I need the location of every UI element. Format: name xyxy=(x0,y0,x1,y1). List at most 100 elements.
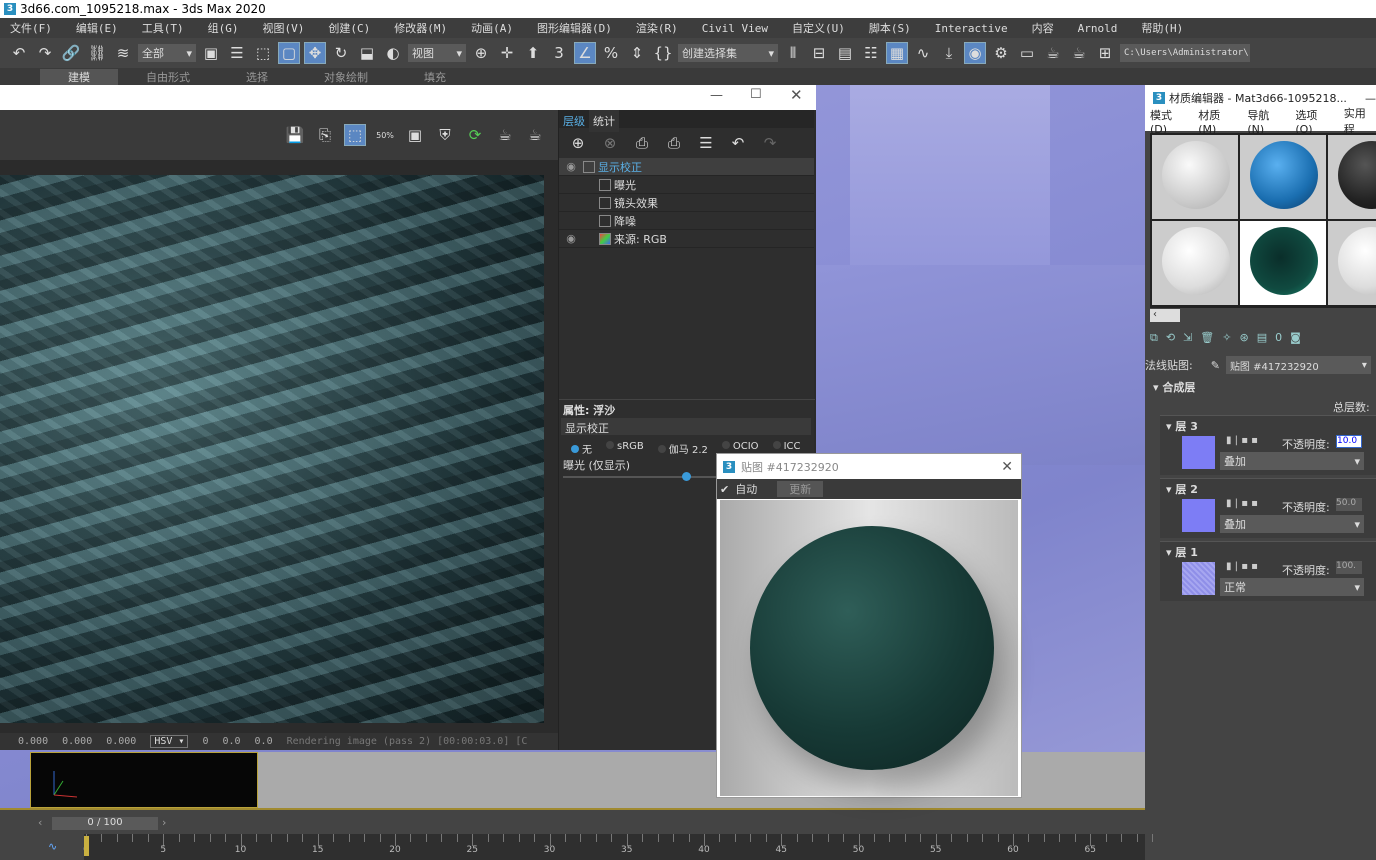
menu-item[interactable]: 帮助(H) xyxy=(1131,20,1197,36)
sample-slot-3[interactable] xyxy=(1328,135,1376,219)
ribbon-tab[interactable]: 自由形式 xyxy=(118,69,218,85)
minimize-icon[interactable]: — xyxy=(710,88,723,103)
layer-header[interactable]: ▾ 层 1 xyxy=(1166,544,1198,560)
undo-icon[interactable]: ↶ xyxy=(8,42,30,64)
eye-icon[interactable]: ◉ xyxy=(559,160,583,173)
menu-item[interactable]: 脚本(S) xyxy=(859,20,925,36)
ribbon-tab[interactable]: 填充 xyxy=(396,69,474,85)
opacity-spinner[interactable]: 10.0 xyxy=(1336,435,1362,448)
rendered-frame-window-icon[interactable]: ▭ xyxy=(1016,42,1038,64)
material-menu-item[interactable]: 材质(M) xyxy=(1198,107,1237,136)
project-path-field[interactable]: C:\Users\Administrator\ xyxy=(1120,44,1250,62)
radio-option[interactable]: sRGB xyxy=(606,441,644,456)
eye-icon[interactable]: ◉ xyxy=(559,232,583,245)
add-layer-icon[interactable]: ⊕ xyxy=(567,132,589,154)
menu-item[interactable]: 视图(V) xyxy=(253,20,319,36)
scene-explorer-icon[interactable]: ▤ xyxy=(834,42,856,64)
rect-selection-icon[interactable]: ⬚ xyxy=(252,42,274,64)
close-icon[interactable]: ✕ xyxy=(1001,459,1013,475)
material-menu-item[interactable]: 模式(D) xyxy=(1150,107,1188,136)
layer-row[interactable]: 镜头效果 xyxy=(559,194,814,212)
show-map-icon[interactable]: ◙ xyxy=(1290,331,1301,345)
radio-option[interactable]: 伽马 2.2 xyxy=(657,441,708,456)
select-object-icon[interactable]: ▣ xyxy=(200,42,222,64)
redo-icon[interactable]: ↷ xyxy=(759,132,781,154)
minimize-icon[interactable]: — xyxy=(1365,92,1376,105)
close-icon[interactable]: ✕ xyxy=(790,86,803,104)
ref-coord-dropdown[interactable]: 视图 ▾ xyxy=(408,44,466,62)
layer-header[interactable]: ▾ 层 2 xyxy=(1166,481,1198,497)
layer-header[interactable]: ▾ 层 3 xyxy=(1166,418,1198,434)
map-name-dropdown[interactable]: 贴图 #417232920 ▾ xyxy=(1225,356,1371,374)
mirror-icon[interactable]: ⫴ xyxy=(782,42,804,64)
ribbon-toggle-icon[interactable]: ▦ xyxy=(886,42,908,64)
splitter[interactable] xyxy=(559,399,815,400)
layer-tools-icons[interactable]: ▮ | ▪ ▪ xyxy=(1226,561,1258,572)
auto-checkbox[interactable]: ✔ xyxy=(720,483,729,496)
put-to-scene-icon[interactable]: ⟲ xyxy=(1166,331,1175,345)
make-unique-icon[interactable]: ✧ xyxy=(1222,331,1231,345)
schematic-view-icon[interactable]: ⤓ xyxy=(938,42,960,64)
frame-icon[interactable]: ▣ xyxy=(404,124,426,146)
unlink-icon[interactable]: ⛓ xyxy=(86,42,108,64)
window-crossing-icon[interactable]: ▢ xyxy=(278,42,300,64)
edit-named-sets-icon[interactable]: {} xyxy=(652,42,674,64)
bind-spacewarp-icon[interactable]: ≋ xyxy=(112,42,134,64)
tab-stats[interactable]: 统计 xyxy=(589,110,619,132)
curve-editor-icon[interactable]: ∿ xyxy=(912,42,934,64)
color-mode-dropdown[interactable]: HSV ▾ xyxy=(150,735,189,748)
update-button[interactable]: 更新 xyxy=(777,481,824,497)
ribbon-tab[interactable]: 建模 xyxy=(40,68,118,85)
menu-item[interactable]: Arnold xyxy=(1068,22,1132,35)
opacity-spinner[interactable]: 100. xyxy=(1336,561,1362,574)
percent-snap-icon[interactable]: % xyxy=(600,42,622,64)
sample-slot-4[interactable] xyxy=(1152,221,1238,305)
link-icon[interactable]: 🔗 xyxy=(60,42,82,64)
region-select-icon[interactable]: ⬚ xyxy=(344,124,366,146)
material-menu-item[interactable]: 导航(N) xyxy=(1247,107,1285,136)
layer-row[interactable]: ◉ 显示校正 xyxy=(559,158,814,176)
assign-material-icon[interactable]: ⇲ xyxy=(1183,331,1192,345)
sample-slot-6[interactable] xyxy=(1328,221,1376,305)
select-by-name-icon[interactable]: ☰ xyxy=(226,42,248,64)
layer-row[interactable]: 降噪 xyxy=(559,212,814,230)
select-manipulate-icon[interactable]: ✛ xyxy=(496,42,518,64)
menu-item[interactable]: 文件(F) xyxy=(0,20,66,36)
maximize-icon[interactable]: ☐ xyxy=(750,87,762,102)
sample-slot-5-active[interactable] xyxy=(1240,221,1326,305)
composite-rollout-header[interactable]: ▾ 合成层 xyxy=(1153,379,1195,395)
pivot-icon[interactable]: ⊕ xyxy=(470,42,492,64)
menu-item[interactable]: 图形编辑器(D) xyxy=(527,20,626,36)
sample-slot-1[interactable] xyxy=(1152,135,1238,219)
layer-tools-icons[interactable]: ▮ | ▪ ▪ xyxy=(1226,435,1258,446)
menu-item[interactable]: Interactive xyxy=(925,22,1022,35)
menu-item[interactable]: 修改器(M) xyxy=(384,20,461,36)
load-layers-icon[interactable]: ⎙ xyxy=(663,132,685,154)
blend-mode-dropdown[interactable]: 叠加 ▾ xyxy=(1220,452,1364,470)
ribbon-tab[interactable]: 对象绘制 xyxy=(296,69,396,85)
delete-icon[interactable]: 🗑 xyxy=(1200,331,1214,345)
put-to-library-icon[interactable]: ⊛ xyxy=(1239,331,1248,345)
opacity-spinner[interactable]: 50.0 xyxy=(1336,498,1362,511)
layer-explorer-icon[interactable]: ☷ xyxy=(860,42,882,64)
menu-item[interactable]: 动画(A) xyxy=(461,20,527,36)
render-iterative-icon[interactable]: ☕ xyxy=(1068,42,1090,64)
material-editor-icon[interactable]: ◉ xyxy=(964,42,986,64)
menu-item[interactable]: 组(G) xyxy=(198,20,253,36)
save-icon[interactable]: ▤ xyxy=(1257,331,1267,345)
scale-icon[interactable]: ⬓ xyxy=(356,42,378,64)
copy-image-icon[interactable]: ⎘ xyxy=(314,124,336,146)
layer-row[interactable]: ◉ 来源: RGB xyxy=(559,230,814,248)
redo-icon[interactable]: ↷ xyxy=(34,42,56,64)
get-material-icon[interactable]: ⧉ xyxy=(1150,331,1158,345)
menu-item[interactable]: 创建(C) xyxy=(318,20,384,36)
next-frame-button[interactable]: › xyxy=(162,816,166,829)
mini-viewport[interactable] xyxy=(30,752,258,808)
tab-hierarchy[interactable]: 层级 xyxy=(559,110,589,132)
material-menu-item[interactable]: 选项(O) xyxy=(1295,107,1333,136)
menu-item[interactable]: 工具(T) xyxy=(132,20,198,36)
layer-tools-icons[interactable]: ▮ | ▪ ▪ xyxy=(1226,498,1258,509)
sample-slot-2[interactable] xyxy=(1240,135,1326,219)
align-icon[interactable]: ⊟ xyxy=(808,42,830,64)
render-teapot-icon[interactable]: ☕ xyxy=(524,124,546,146)
